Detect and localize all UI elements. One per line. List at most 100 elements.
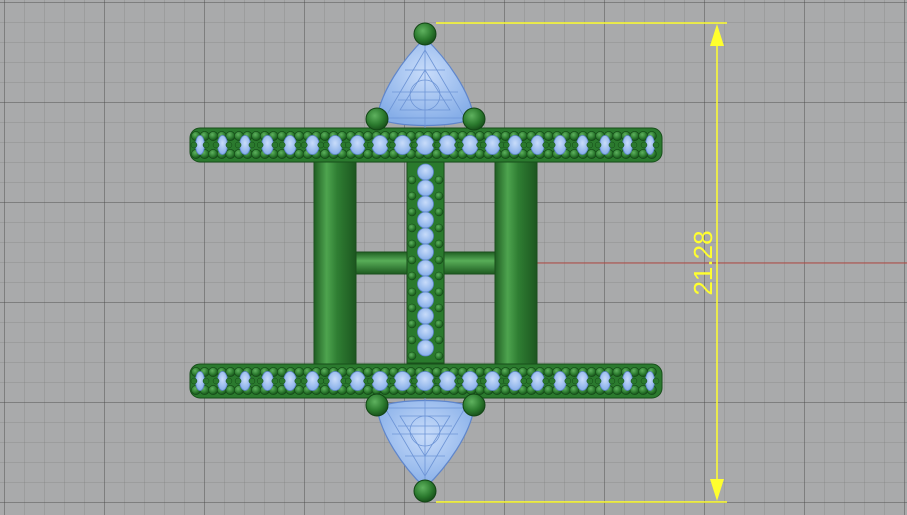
band-bead	[363, 385, 373, 395]
band-stone	[283, 135, 297, 155]
stone-prong	[317, 141, 324, 149]
center-bead	[434, 335, 444, 345]
band-bead	[208, 131, 219, 141]
center-bead	[407, 175, 417, 185]
center-bead	[407, 223, 417, 233]
band-bead	[612, 149, 623, 159]
stone-prong	[271, 141, 279, 149]
center-stone	[417, 195, 434, 213]
center-bead	[434, 255, 444, 265]
stone-prong	[608, 377, 616, 385]
stone-prong	[520, 141, 527, 149]
center-stone	[417, 323, 434, 341]
center-stone	[417, 275, 434, 293]
right-post	[494, 157, 538, 369]
band-stone	[415, 135, 435, 155]
center-bead	[407, 255, 417, 265]
band-bead	[586, 149, 597, 159]
stone-prong	[526, 377, 533, 385]
center-stone	[417, 163, 434, 181]
band-bead	[225, 131, 236, 141]
stone-prong	[434, 377, 441, 385]
bottom-right-prong	[462, 393, 486, 417]
top-left-prong	[365, 107, 389, 131]
band-stone	[438, 371, 457, 391]
center-bead	[434, 191, 444, 201]
stone-prong	[190, 141, 198, 149]
dimension-arrow-bottom	[710, 479, 724, 501]
band-stone	[393, 135, 412, 155]
band-bead	[612, 385, 623, 395]
band-stone	[349, 135, 366, 155]
band-bead	[294, 367, 305, 377]
stone-prong	[630, 377, 638, 385]
band-stone	[530, 135, 545, 155]
band-bead	[363, 149, 373, 159]
center-bead	[434, 239, 444, 249]
stone-prong	[608, 141, 616, 149]
stone-prong	[411, 377, 418, 385]
center-bead	[434, 319, 444, 329]
band-bead	[294, 149, 305, 159]
center-stone	[417, 243, 434, 261]
band-stone	[261, 135, 274, 155]
band-bead	[431, 131, 442, 141]
stone-prong	[301, 377, 308, 385]
band-bead	[543, 385, 554, 395]
stone-prong	[234, 141, 242, 149]
center-bead	[434, 287, 444, 297]
stone-prong	[586, 377, 594, 385]
band-stone	[438, 135, 457, 155]
stone-prong	[542, 377, 549, 385]
stone-prong	[317, 377, 324, 385]
stone-prong	[480, 141, 487, 149]
band-bead	[431, 385, 442, 395]
stone-prong	[411, 141, 418, 149]
center-stone	[417, 211, 434, 229]
stone-prong	[617, 377, 625, 385]
bottom-tip-prong	[413, 479, 437, 503]
stone-prong	[367, 141, 374, 149]
stone-prong	[345, 377, 352, 385]
stone-prong	[503, 141, 510, 149]
stone-prong	[301, 141, 308, 149]
stone-prong	[225, 141, 233, 149]
band-bead	[363, 131, 373, 141]
stone-prong	[323, 377, 330, 385]
stone-prong	[434, 141, 441, 149]
stone-prong	[389, 377, 396, 385]
band-bead	[612, 131, 623, 141]
center-bead	[434, 303, 444, 313]
center-bead	[407, 351, 417, 361]
stone-prong	[548, 141, 556, 149]
center-stone	[417, 179, 434, 197]
stone-prong	[294, 377, 302, 385]
stone-prong	[367, 377, 374, 385]
stone-prong	[202, 141, 210, 149]
stone-prong	[278, 377, 286, 385]
stone-prong	[389, 141, 396, 149]
band-bead	[543, 131, 554, 141]
stone-prong	[202, 377, 210, 385]
stone-prong	[457, 377, 464, 385]
band-bead	[543, 149, 554, 159]
stone-prong	[630, 141, 638, 149]
band-bead	[320, 131, 330, 141]
left-crossbar	[355, 251, 411, 275]
band-bead	[208, 367, 219, 377]
center-stone	[417, 227, 434, 245]
center-stone	[417, 339, 434, 357]
band-stone	[371, 135, 389, 155]
center-bead	[407, 271, 417, 281]
stone-prong	[480, 377, 487, 385]
band-bead	[586, 385, 597, 395]
band-bead	[543, 367, 554, 377]
rhino-front-viewport[interactable]: 21.28	[0, 0, 907, 515]
stone-prong	[212, 377, 220, 385]
band-stone	[415, 371, 435, 391]
center-bead	[407, 207, 417, 217]
stone-prong	[617, 141, 625, 149]
center-bead	[407, 287, 417, 297]
band-bead	[225, 367, 236, 377]
band-stone	[327, 371, 343, 391]
